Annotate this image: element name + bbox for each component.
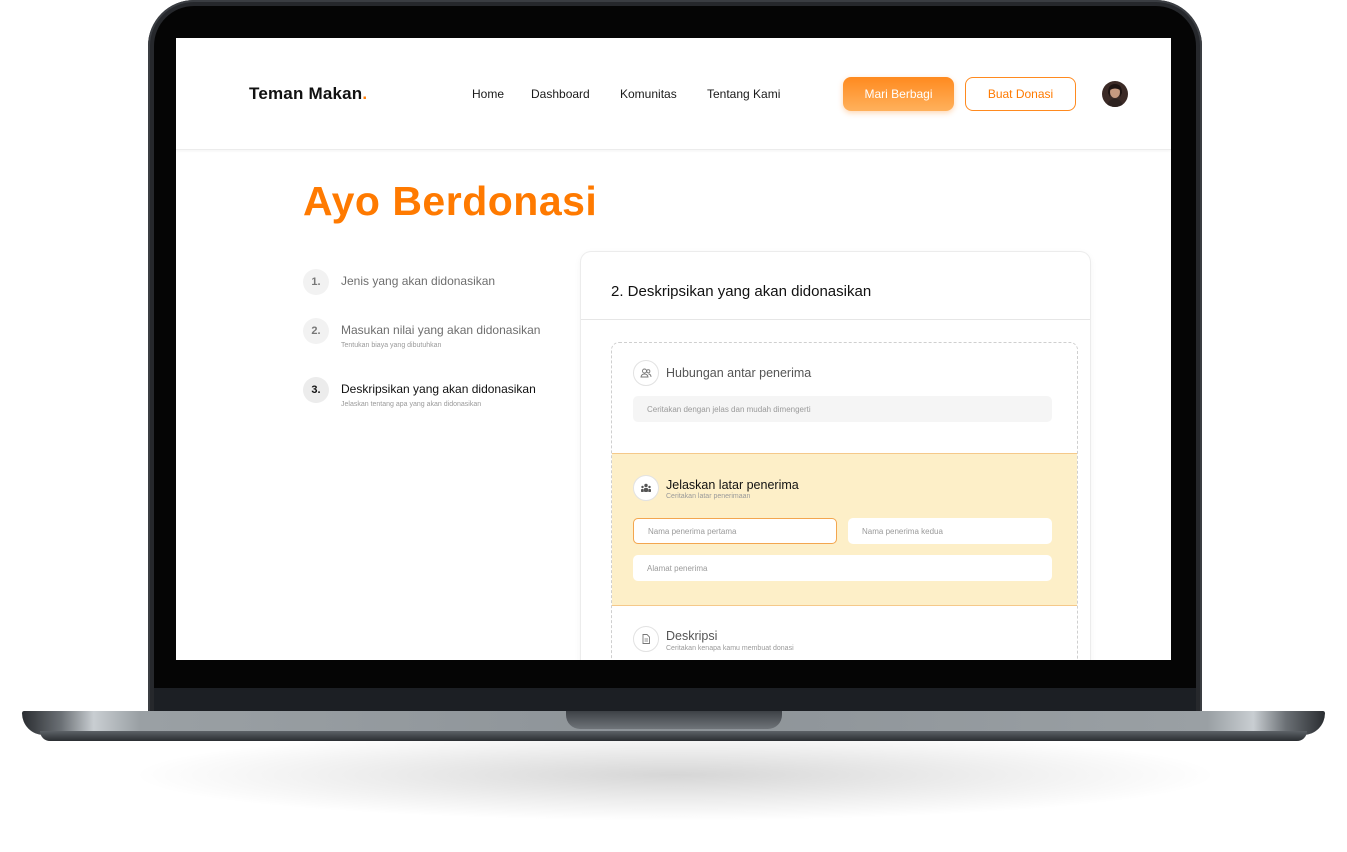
mari-berbagi-button[interactable]: Mari Berbagi [843,77,954,111]
buat-donasi-button[interactable]: Buat Donasi [965,77,1076,111]
nav-link-komunitas[interactable]: Komunitas [620,87,677,101]
nav-link-dashboard[interactable]: Dashboard [531,87,590,101]
first-recipient-name-input[interactable]: Nama penerima pertama [633,518,837,544]
section-subtitle-description: Ceritakan kenapa kamu membuat donasi [666,645,794,652]
nav-link-home[interactable]: Home [472,87,504,101]
brand-logo[interactable]: Teman Makan. [249,84,367,104]
brand-dot: . [362,84,368,103]
app-screen: Teman Makan. Home Dashboard Komunitas Te… [176,38,1171,660]
step-subtitle: Tentukan biaya yang dibutuhkan [341,342,442,349]
background-section: Jelaskan latar penerima Ceritakan latar … [612,453,1077,606]
divider [581,319,1090,320]
relation-input[interactable]: Ceritakan dengan jelas dan mudah dimenge… [633,396,1052,422]
laptop-chin [154,688,1196,712]
navbar: Teman Makan. Home Dashboard Komunitas Te… [176,38,1171,150]
avatar[interactable] [1102,81,1128,107]
section-title-description: Deskripsi [666,629,718,643]
section-title-background: Jelaskan latar penerima [666,478,799,492]
step-label: Masukan nilai yang akan didonasikan [341,323,541,337]
users-icon [633,360,659,386]
second-recipient-name-input[interactable]: Nama penerima kedua [848,518,1052,544]
step-number: 2. [303,318,329,344]
brand-name: Teman Makan [249,84,363,103]
form-sections: Hubungan antar penerima Ceritakan dengan… [611,342,1078,660]
nav-link-tentang-kami[interactable]: Tentang Kami [707,87,780,101]
laptop-notch [566,711,782,729]
user-avatar-icon [1102,81,1128,107]
page-title: Ayo Berdonasi [303,178,598,224]
step-label: Deskripsikan yang akan didonasikan [341,382,536,396]
section-subtitle-background: Ceritakan latar penerimaan [666,493,751,500]
section-title-relation: Hubungan antar penerima [666,366,812,380]
donation-form-card: 2. Deskripsikan yang akan didonasikan Hu… [581,252,1090,660]
people-group-icon-graphic [641,483,651,492]
step-subtitle: Jelaskan tentang apa yang akan didonasik… [341,401,482,408]
people-group-icon [633,475,659,501]
laptop-shadow [140,730,1210,820]
form-title: 2. Deskripsikan yang akan didonasikan [611,283,872,300]
document-icon [633,626,659,652]
recipient-address-input[interactable]: Alamat penerima [633,555,1052,581]
laptop-base-bottom [40,731,1307,741]
step-number: 3. [303,377,329,403]
document-icon-graphic [642,634,650,644]
step-label: Jenis yang akan didonasikan [341,274,496,288]
step-number: 1. [303,269,329,295]
users-icon-graphic [640,368,652,378]
